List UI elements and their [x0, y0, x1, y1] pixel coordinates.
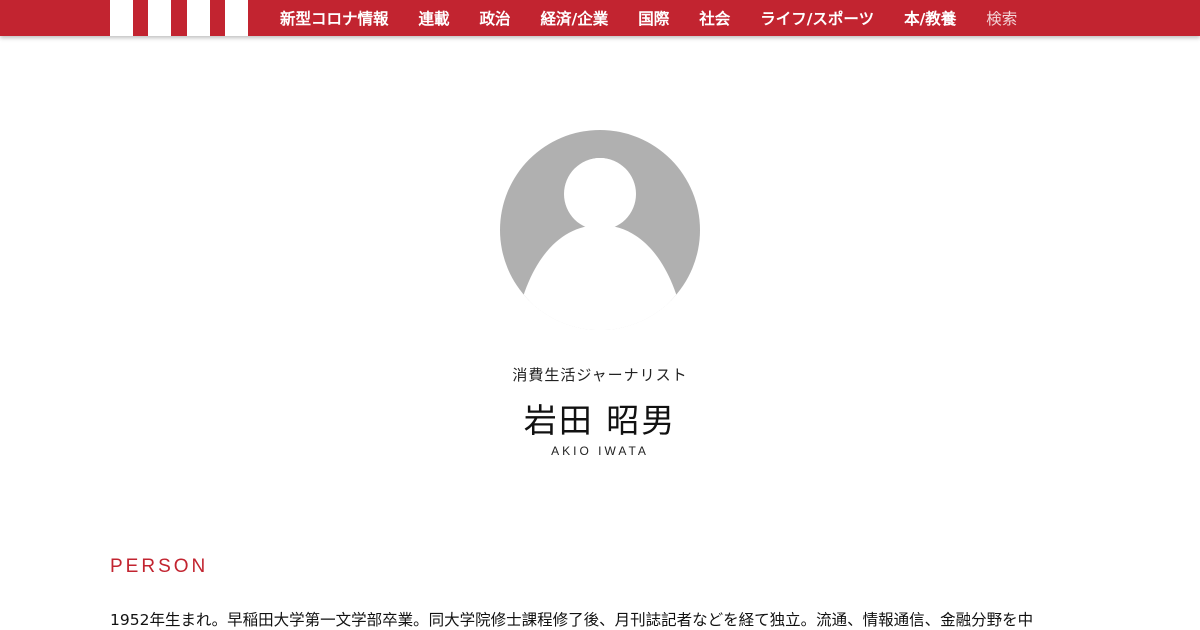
nav-item-series[interactable]: 連載 — [419, 7, 450, 29]
profile-role: 消費生活ジャーナリスト — [512, 366, 688, 384]
search-link[interactable]: 検索 — [986, 7, 1017, 29]
nav-item-politics[interactable]: 政治 — [480, 7, 511, 29]
nav-item-books[interactable]: 本/教養 — [904, 7, 956, 29]
person-section-heading: PERSON — [110, 556, 209, 577]
user-avatar-icon — [500, 130, 700, 330]
nav-item-society[interactable]: 社会 — [699, 7, 730, 29]
main-nav: 新型コロナ情報 連載 政治 経済/企業 国際 社会 ライフ/スポーツ 本/教養 … — [280, 0, 1017, 36]
nav-item-economy[interactable]: 経済/企業 — [541, 7, 609, 29]
nav-item-international[interactable]: 国際 — [638, 7, 669, 29]
nav-item-corona[interactable]: 新型コロナ情報 — [280, 7, 389, 29]
nav-item-life-sports[interactable]: ライフ/スポーツ — [760, 7, 874, 29]
profile-name: 岩田 昭男 — [523, 401, 677, 440]
profile-name-roman: AKIO IWATA — [551, 444, 649, 458]
top-navigation-bar: 新型コロナ情報 連載 政治 経済/企業 国際 社会 ライフ/スポーツ 本/教養 … — [0, 0, 1200, 36]
profile-bio-text: 1952年生まれ。早稲田大学第一文学部卒業。同大学院修士課程修了後、月刊誌記者な… — [110, 611, 1034, 629]
site-logo-icon[interactable] — [110, 0, 248, 36]
